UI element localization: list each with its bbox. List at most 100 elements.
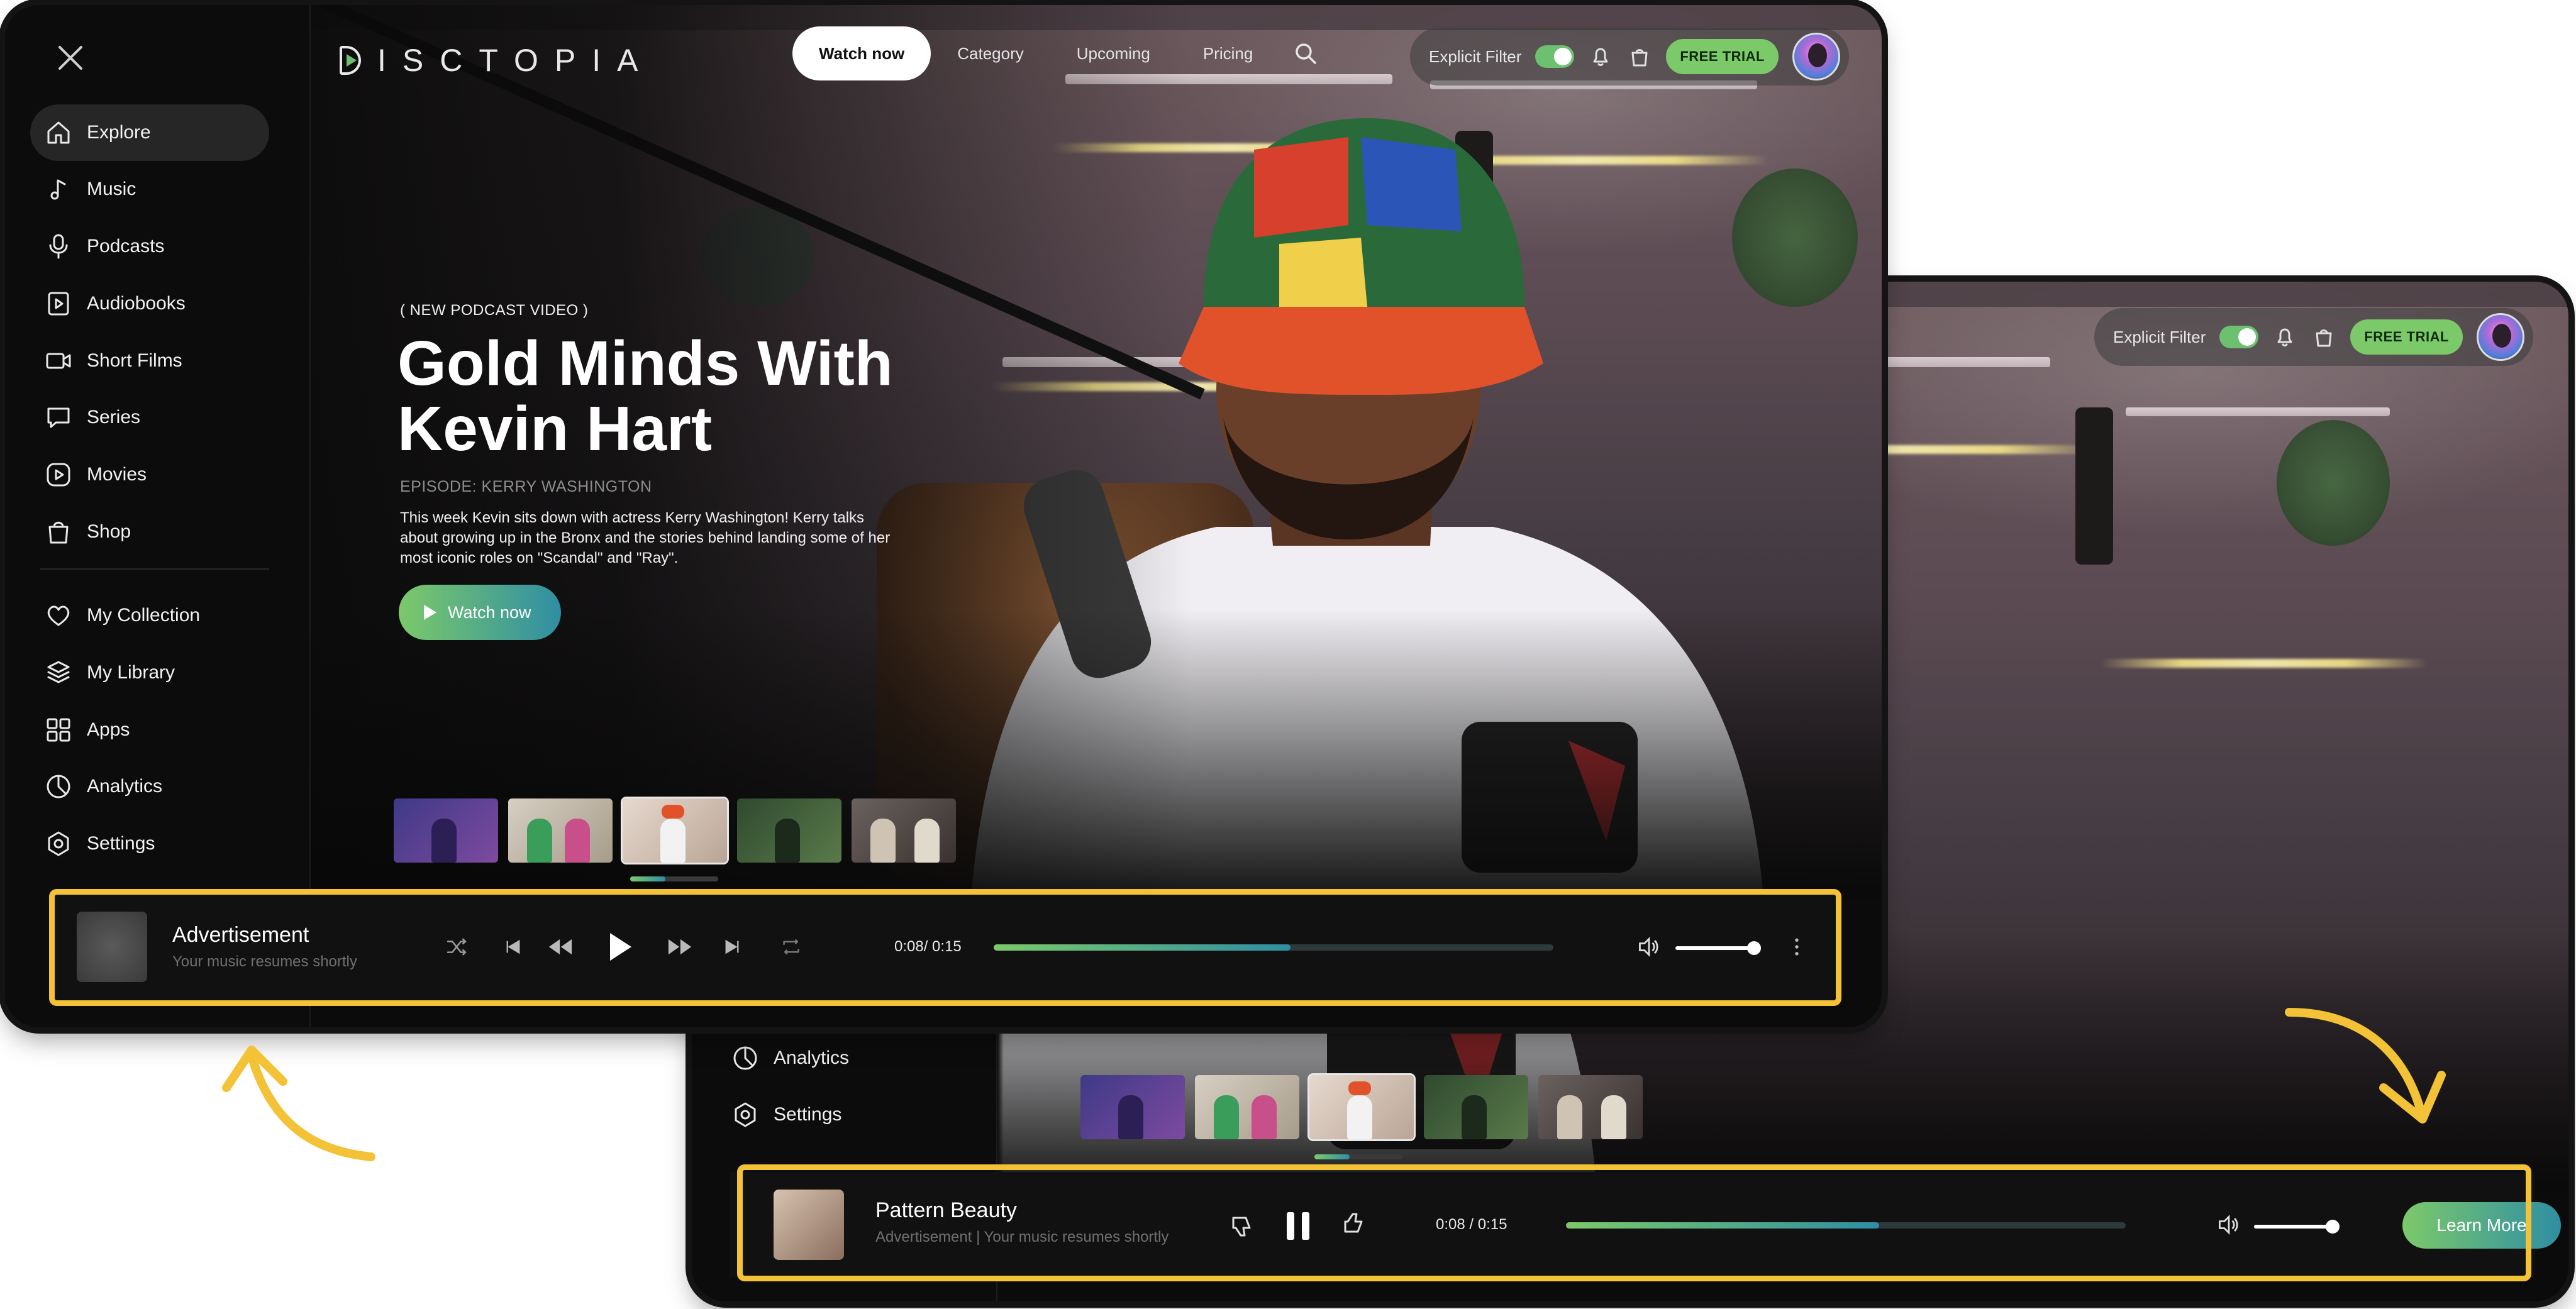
volume-icon[interactable] — [1635, 933, 1663, 961]
tab-category[interactable]: Category — [931, 26, 1050, 80]
episode-thumbnail[interactable] — [1424, 1075, 1528, 1139]
free-trial-button[interactable]: FREE TRIAL — [1666, 39, 1779, 74]
thumbs-up-icon[interactable] — [1338, 1207, 1370, 1239]
sidebar-item-short-films[interactable]: Short Films — [30, 333, 269, 389]
explicit-filter-toggle[interactable] — [2219, 326, 2259, 348]
ad-player-bar: Advertisement Your music resumes shortly… — [50, 893, 1840, 1001]
home-icon — [30, 119, 87, 146]
sidebar-item-label: Audiobooks — [87, 293, 186, 314]
episode-thumbnail[interactable] — [852, 798, 956, 863]
explicit-filter-label: Explicit Filter — [1429, 47, 1522, 66]
bell-icon[interactable] — [1588, 44, 1613, 69]
carousel-indicator — [1314, 1154, 1402, 1159]
sidebar-item-label: Analytics — [774, 1047, 850, 1068]
sidebar-item-label: My Collection — [87, 605, 201, 626]
now-playing-title: Advertisement — [172, 923, 309, 947]
sidebar-item-my-library[interactable]: My Library — [30, 644, 269, 701]
repeat-icon[interactable] — [777, 933, 805, 961]
heart-icon — [30, 602, 87, 629]
sidebar-item-music[interactable]: Music — [30, 161, 269, 218]
microphone-icon — [30, 233, 87, 260]
watch-now-button[interactable]: Watch now — [399, 585, 561, 640]
sidebar-item-audiobooks[interactable]: Audiobooks — [30, 275, 269, 332]
sidebar-item-analytics[interactable]: Analytics — [717, 1030, 956, 1086]
logo-mark-icon — [340, 46, 361, 75]
explicit-filter-toggle[interactable] — [1535, 45, 1575, 68]
header-actions: Explicit Filter FREE TRIAL — [2094, 308, 2533, 366]
play-button[interactable] — [601, 928, 639, 966]
sidebar-item-settings[interactable]: Settings — [717, 1086, 956, 1143]
sidebar-item-series[interactable]: Series — [30, 389, 269, 446]
book-play-icon — [30, 290, 87, 318]
search-icon[interactable] — [1293, 41, 1318, 66]
tab-pricing[interactable]: Pricing — [1177, 26, 1279, 80]
pie-chart-icon — [30, 773, 87, 800]
chat-bubble-icon — [30, 404, 87, 431]
tab-upcoming[interactable]: Upcoming — [1050, 26, 1177, 80]
sidebar-item-label: Shop — [87, 521, 131, 542]
sidebar-item-shop[interactable]: Shop — [30, 504, 269, 560]
avatar[interactable] — [2476, 313, 2524, 361]
rewind-icon[interactable] — [545, 933, 576, 961]
sidebar-item-apps[interactable]: Apps — [30, 702, 269, 758]
avatar[interactable] — [1792, 33, 1840, 80]
episode-thumbnail-selected[interactable] — [1307, 1073, 1416, 1141]
bell-icon[interactable] — [2272, 324, 2297, 350]
curved-arrow-icon — [222, 1046, 375, 1161]
video-camera-icon — [30, 347, 87, 375]
shopping-bag-icon[interactable] — [2311, 324, 2336, 350]
shopping-bag-icon — [30, 518, 87, 546]
thumbs-down-icon[interactable] — [1226, 1211, 1258, 1242]
apps-grid-icon — [30, 716, 87, 744]
close-icon[interactable] — [57, 44, 84, 72]
explicit-filter-label: Explicit Filter — [2113, 327, 2206, 346]
episode-thumbnail[interactable] — [1195, 1075, 1299, 1139]
tab-watch-now[interactable]: Watch now — [792, 26, 931, 80]
shuffle-icon[interactable] — [443, 933, 470, 961]
episode-thumbnail[interactable] — [508, 798, 613, 863]
episode-thumbnails — [1080, 1073, 1643, 1141]
more-options-icon[interactable] — [1787, 933, 1806, 961]
app-logo[interactable]: ISCTOPIA — [340, 43, 654, 78]
fast-forward-icon[interactable] — [664, 933, 696, 961]
now-playing-title: Pattern Beauty — [875, 1198, 1017, 1222]
sidebar-item-explore[interactable]: Explore — [30, 104, 269, 161]
learn-more-button[interactable]: Learn More — [2402, 1202, 2561, 1249]
episode-thumbnail[interactable] — [1080, 1075, 1185, 1139]
progress-bar[interactable] — [994, 944, 1553, 951]
progress-bar[interactable] — [1566, 1222, 2126, 1229]
sidebar-divider — [40, 568, 269, 570]
episode-thumbnail[interactable] — [737, 798, 841, 863]
playback-time: 0:08 / 0:15 — [1436, 1216, 1507, 1233]
sidebar-item-settings[interactable]: Settings — [30, 815, 269, 872]
ad-player-bar: Pattern Beauty Advertisement | Your musi… — [730, 1172, 2561, 1278]
episode-thumbnail[interactable] — [394, 798, 498, 863]
settings-icon — [30, 830, 87, 858]
episode-thumbnails — [394, 797, 956, 864]
settings-icon — [717, 1101, 774, 1129]
sidebar-item-movies[interactable]: Movies — [30, 446, 269, 503]
carousel-indicator — [630, 876, 718, 881]
ad-cover-art — [77, 912, 147, 982]
shopping-bag-icon[interactable] — [1627, 44, 1652, 69]
volume-slider[interactable] — [2254, 1220, 2340, 1234]
sidebar-item-label: Podcasts — [87, 236, 165, 257]
pause-button[interactable] — [1280, 1207, 1316, 1245]
skip-previous-icon[interactable] — [499, 933, 527, 961]
sidebar-item-podcasts[interactable]: Podcasts — [30, 218, 269, 275]
play-circle-icon — [30, 461, 87, 489]
free-trial-button[interactable]: FREE TRIAL — [2350, 319, 2463, 355]
sidebar-item-analytics[interactable]: Analytics — [30, 758, 269, 815]
episode-thumbnail-selected[interactable] — [621, 797, 729, 864]
skip-next-icon[interactable] — [718, 933, 746, 961]
logo-text: ISCTOPIA — [377, 43, 655, 78]
sidebar-item-label: Movies — [87, 464, 147, 485]
header-actions: Explicit Filter FREE TRIAL — [1410, 28, 1849, 86]
volume-slider[interactable] — [1675, 941, 1761, 955]
episode-thumbnail[interactable] — [1538, 1075, 1643, 1139]
now-playing-subtitle: Your music resumes shortly — [172, 953, 357, 970]
sidebar-item-my-collection[interactable]: My Collection — [30, 587, 269, 644]
sidebar: Explore Music Podcasts Audiobooks Short … — [5, 5, 311, 1027]
volume-icon[interactable] — [2215, 1211, 2243, 1239]
ad-cover-art — [774, 1190, 844, 1260]
